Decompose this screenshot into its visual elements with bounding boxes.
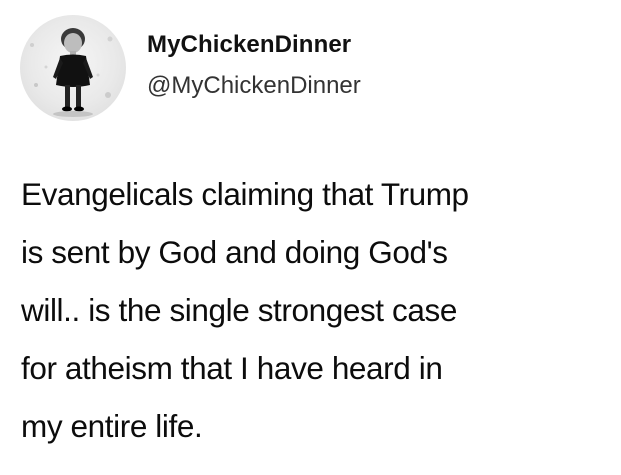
author-handle[interactable]: @MyChickenDinner [147,72,361,100]
tweet-text: Evangelicals claiming that Trump is sent… [21,165,611,455]
tweet-text-line: my entire life. [21,408,203,444]
tweet-card: MyChickenDinner @MyChickenDinner Evangel… [0,0,621,475]
tweet-text-line: is sent by God and doing God's [21,234,448,270]
tweet-text-line: for atheism that I have heard in [21,350,443,386]
tweet-text-line: Evangelicals claiming that Trump [21,176,469,212]
author-display-name[interactable]: MyChickenDinner [147,31,351,59]
tweet-text-line: will.. is the single strongest case [21,292,457,328]
child-photo-icon [30,28,113,117]
avatar[interactable] [20,15,126,121]
